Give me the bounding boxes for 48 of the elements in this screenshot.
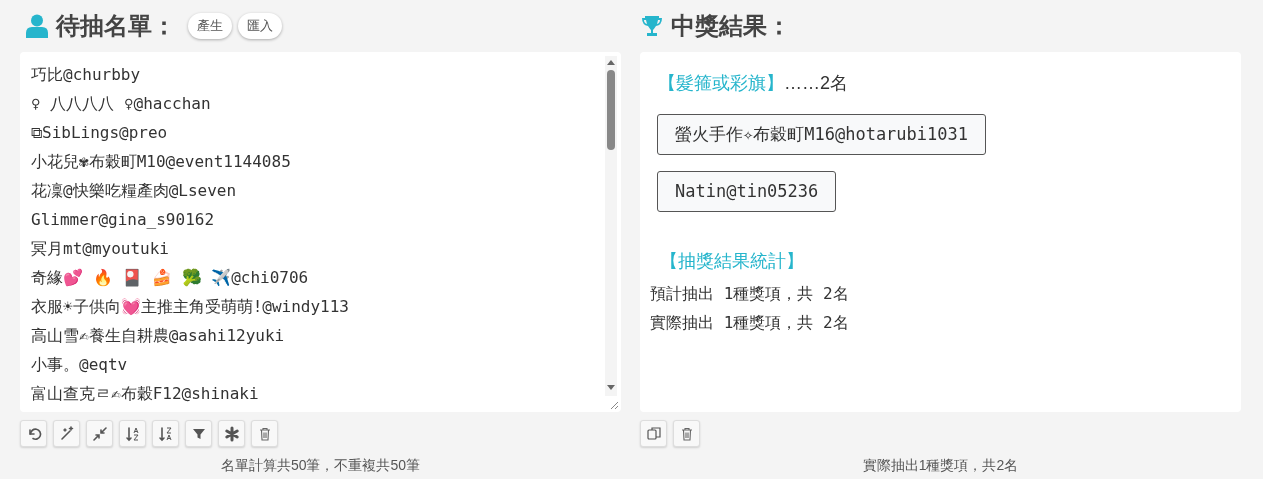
prize-name: 【髮箍或彩旗】 bbox=[658, 72, 784, 95]
list-summary: 名單計算共50筆，不重複共50筆 bbox=[219, 456, 422, 475]
scrollbar[interactable] bbox=[605, 56, 617, 396]
compress-icon bbox=[91, 425, 108, 442]
tool-button[interactable] bbox=[86, 420, 113, 447]
result-summary: 實際抽出1種獎項，共2名 bbox=[861, 456, 1020, 475]
scroll-up-icon[interactable] bbox=[606, 58, 616, 66]
sort-ascending-icon bbox=[124, 425, 141, 442]
list-entry: 衣服☀子供向💓主推主角受萌萌!@windy113 bbox=[31, 296, 349, 318]
header-button[interactable]: 產生 bbox=[188, 13, 232, 39]
tool-button[interactable] bbox=[152, 420, 179, 447]
list-entry: 小事。@eqtv bbox=[31, 354, 128, 376]
sort-descending-icon bbox=[157, 425, 174, 442]
list-entry: 富山查克ㄹ✍布穀F12@shinaki bbox=[31, 383, 259, 405]
tool-button[interactable] bbox=[251, 420, 278, 447]
tool-button[interactable] bbox=[20, 420, 47, 447]
user-icon bbox=[26, 14, 48, 38]
stats-title: 【抽獎結果統計】 bbox=[659, 250, 805, 273]
list-entry: 花凜@快樂吃糧產肉@Lseven bbox=[31, 180, 237, 202]
list-entry: 巧比@churbby bbox=[31, 64, 141, 86]
panel-title: 中獎結果： bbox=[671, 11, 791, 41]
list-entry: ⧉SibLings@preo bbox=[31, 122, 168, 144]
stats-line: 預計抽出 1種獎項，共 2名 bbox=[650, 283, 850, 305]
winner-tag: 螢火手作✧布穀町M16@hotarubi1031 bbox=[657, 114, 986, 155]
tool-button[interactable] bbox=[185, 420, 212, 447]
prize-count: ……2名 bbox=[784, 72, 848, 95]
list-entry: 奇緣💕 🔥 🎴 🍰 🥦 ✈@chi0706 bbox=[31, 267, 309, 289]
header-button[interactable]: 匯入 bbox=[238, 13, 282, 39]
list-entry: 小花兒✾布穀町M10@event1144085 bbox=[31, 151, 291, 173]
list-entry: Glimmer@gina_s90162 bbox=[31, 209, 215, 231]
resize-handle-icon[interactable] bbox=[609, 400, 619, 410]
name-list-textarea[interactable] bbox=[20, 52, 621, 412]
magic-wand-icon bbox=[58, 425, 75, 442]
scrollbar-thumb[interactable] bbox=[607, 70, 615, 150]
trophy-icon bbox=[641, 15, 663, 37]
panel-title: 待抽名單： bbox=[56, 11, 176, 41]
tool-button[interactable] bbox=[119, 420, 146, 447]
list-entry: 高山雪✍養生自耕農@asahi12yuki bbox=[31, 325, 285, 347]
copy-icon bbox=[645, 425, 662, 442]
asterisk-icon bbox=[223, 425, 240, 442]
scroll-down-icon[interactable] bbox=[606, 384, 616, 392]
tool-button[interactable] bbox=[673, 420, 700, 447]
tool-button[interactable] bbox=[53, 420, 80, 447]
list-entry: ♀ 八八八八 ♀@hacchan bbox=[31, 93, 211, 115]
stats-line: 實際抽出 1種獎項，共 2名 bbox=[650, 312, 850, 334]
winner-tag: Natin@tin05236 bbox=[657, 171, 837, 212]
list-entry: 冥月mt@myoutuki bbox=[31, 238, 169, 260]
tool-button[interactable] bbox=[218, 420, 245, 447]
